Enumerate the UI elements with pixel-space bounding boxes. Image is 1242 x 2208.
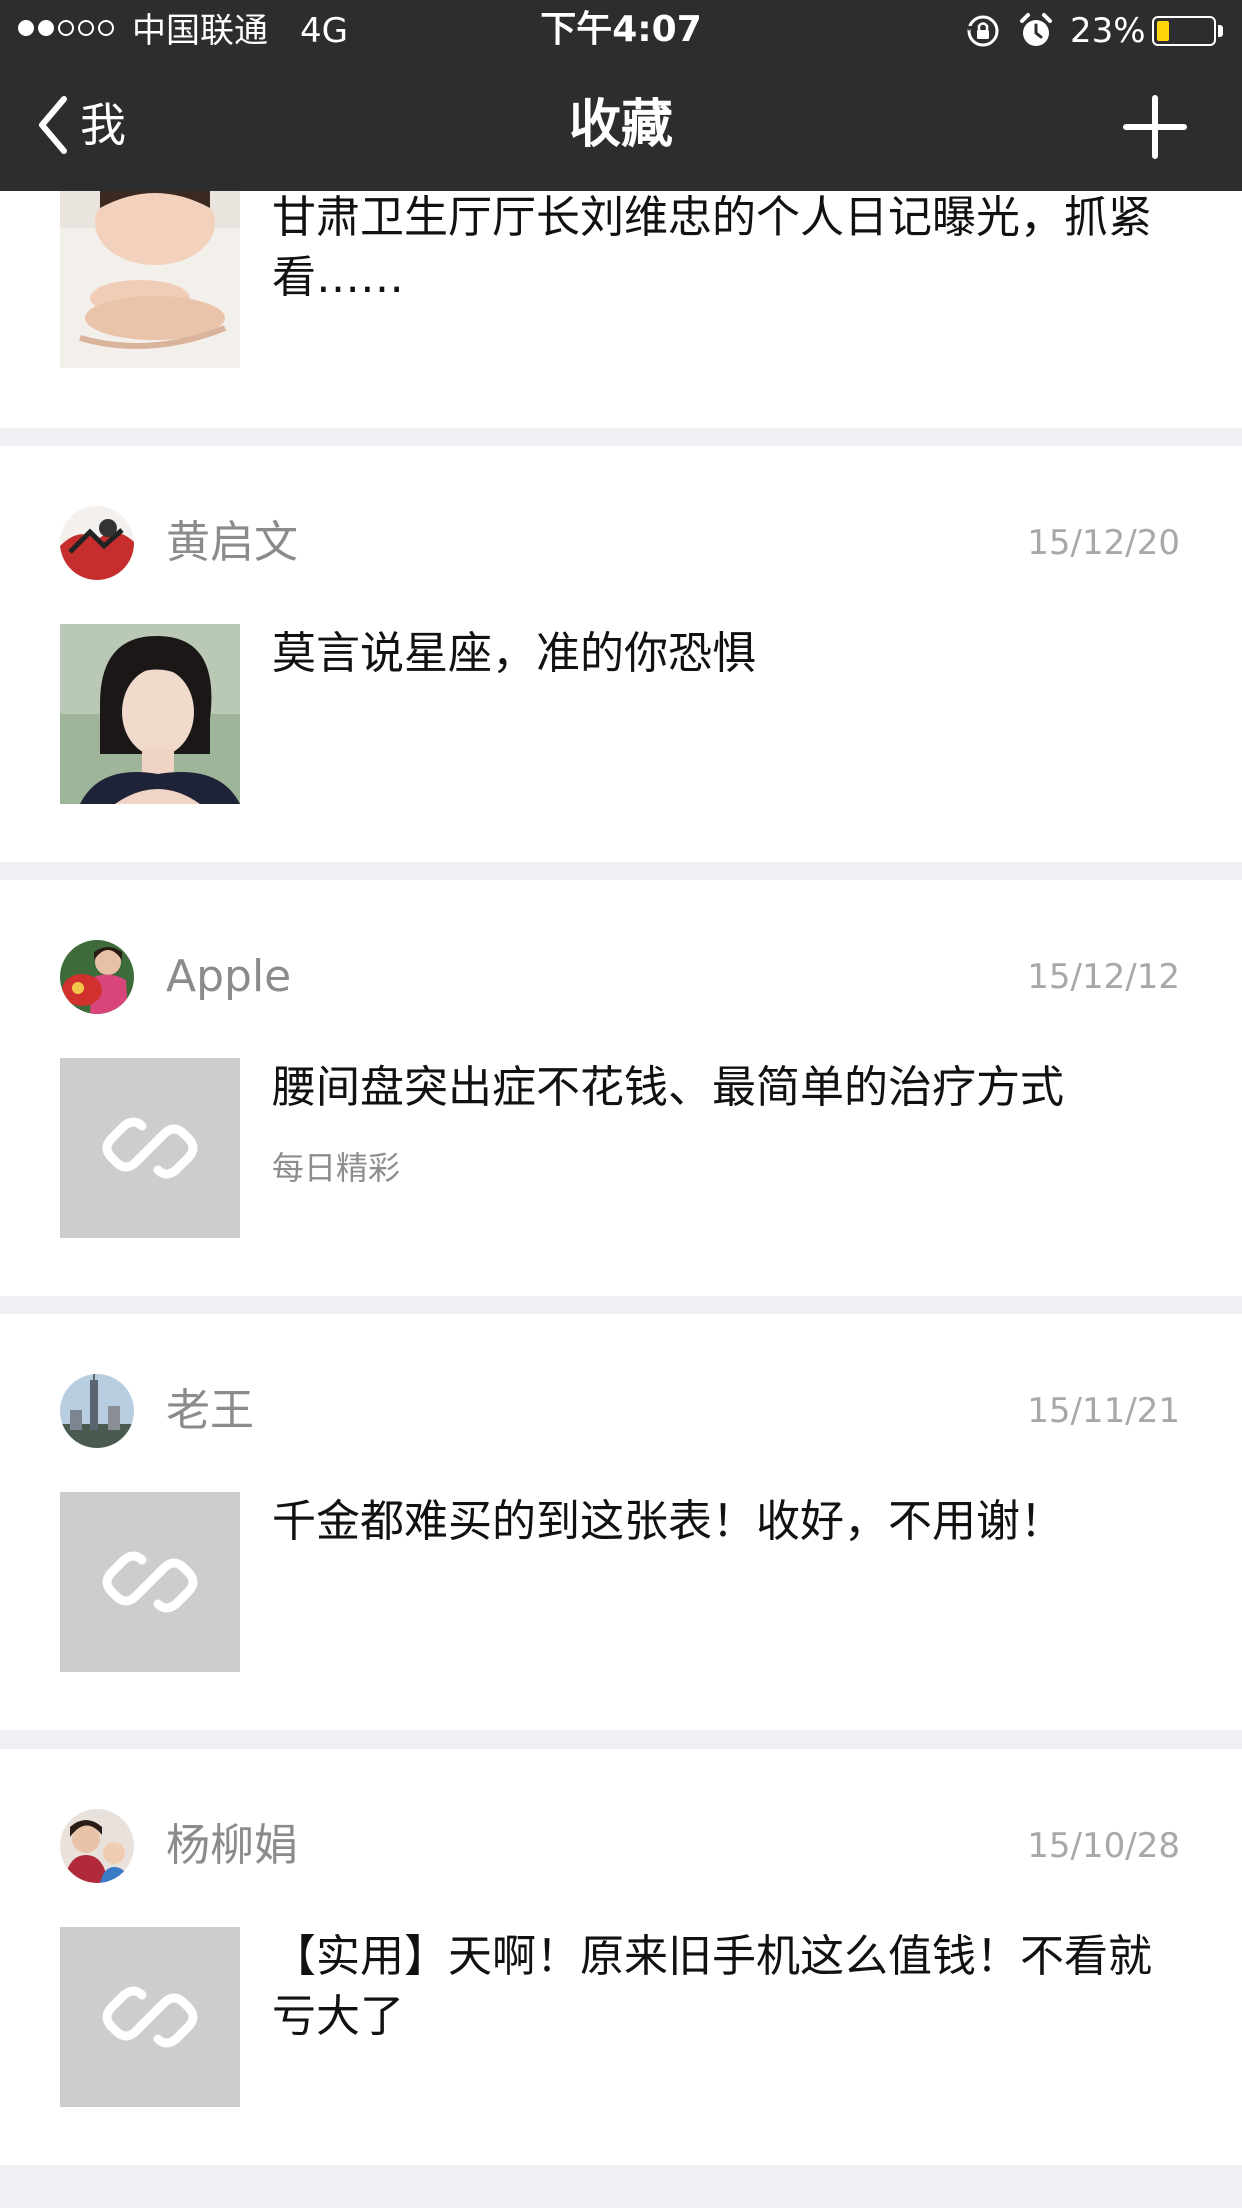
- sender-avatar[interactable]: [60, 940, 134, 1014]
- article-thumbnail: [60, 1927, 240, 2107]
- nav-bar: 我 收藏: [0, 62, 1242, 191]
- article-title: 莫言说星座，准的你恐惧: [272, 628, 756, 679]
- link-icon: [102, 1117, 198, 1179]
- alarm-icon: [1020, 13, 1052, 46]
- favorite-item[interactable]: Apple 15/12/12 腰间盘突出症不花钱、最简单的治疗方式 每日精彩: [0, 880, 1242, 1296]
- favorite-date: 15/12/12: [1027, 957, 1180, 997]
- favorite-date: 15/11/21: [1027, 1391, 1180, 1431]
- sender-name: Apple: [166, 951, 292, 1002]
- status-time: 下午4:07: [540, 9, 702, 50]
- top-bar: 中国联通 4G 下午4:07 23% 我 收藏: [0, 0, 1242, 191]
- sender-name: 黄启文: [166, 517, 298, 568]
- rotation-lock-icon: [966, 15, 999, 47]
- favorite-date: 15/12/20: [1027, 523, 1180, 563]
- favorite-item[interactable]: 黄启文 15/12/20 莫言说星座，准的你恐惧: [0, 446, 1242, 862]
- article-thumbnail: [60, 1492, 240, 1672]
- article-title: 【实用】天啊！原来旧手机这么值钱！不看就亏大了: [272, 1931, 1152, 2042]
- article-thumbnail: [60, 1058, 240, 1238]
- link-icon: [102, 1986, 198, 2048]
- article-source: 每日精彩: [272, 1149, 401, 1187]
- battery-icon: [1152, 16, 1216, 46]
- chevron-left-icon: [39, 96, 67, 154]
- plus-icon[interactable]: [1120, 92, 1190, 162]
- favorite-item[interactable]: 老王 15/11/21 千金都难买的到这张表！收好，不用谢！: [0, 1314, 1242, 1730]
- back-button[interactable]: 我: [36, 90, 126, 160]
- link-icon: [102, 1551, 198, 1613]
- article-thumbnail: [60, 624, 240, 804]
- sender-avatar[interactable]: [60, 1374, 134, 1448]
- favorite-date: 15/10/28: [1027, 1826, 1180, 1866]
- battery-percent: 23%: [1070, 11, 1146, 51]
- article-title: 千金都难买的到这张表！收好，不用谢！: [272, 1496, 1064, 1547]
- article-thumbnail: [60, 188, 240, 368]
- status-bar: 中国联通 4G 下午4:07 23%: [0, 0, 1242, 62]
- page-title: 收藏: [568, 95, 673, 155]
- article-title: 甘肃卫生厅厅长刘维忠的个人日记曝光，抓紧看……: [272, 192, 1152, 303]
- sender-avatar[interactable]: [60, 1809, 134, 1883]
- sender-name: 杨柳娟: [166, 1820, 298, 1871]
- article-title: 腰间盘突出症不花钱、最简单的治疗方式: [272, 1062, 1064, 1113]
- sender-name: 老王: [166, 1385, 254, 1436]
- back-label: 我: [80, 98, 126, 152]
- sender-avatar[interactable]: [60, 506, 134, 580]
- favorite-item[interactable]: 杨柳娟 15/10/28 【实用】天啊！原来旧手机这么值钱！不看就亏大了: [0, 1749, 1242, 2165]
